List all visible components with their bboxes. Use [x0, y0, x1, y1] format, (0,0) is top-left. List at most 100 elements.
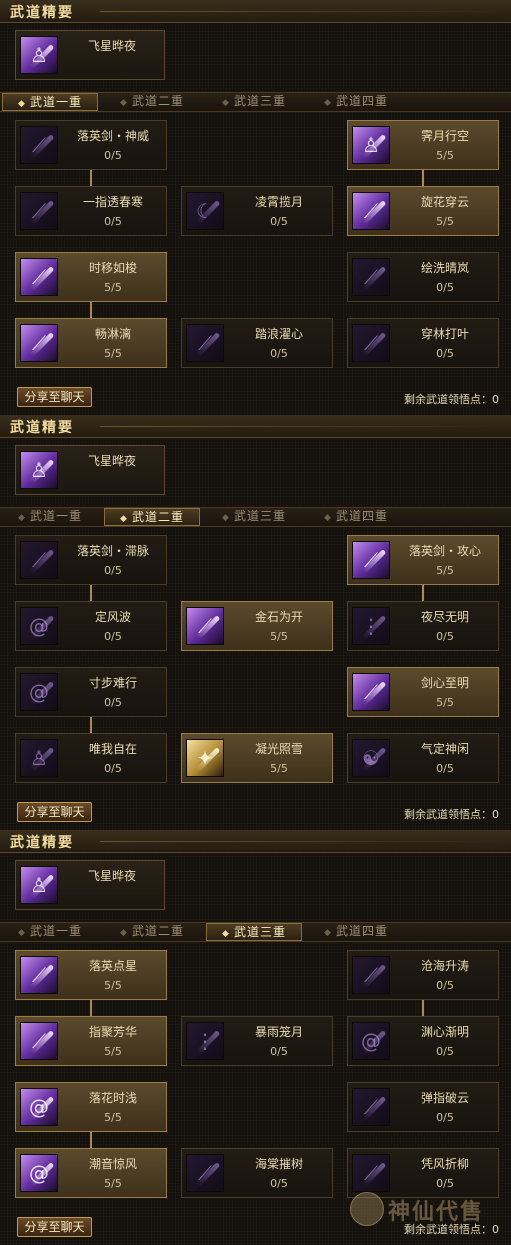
skill-node[interactable]: @ 定风波 0/5: [15, 601, 167, 651]
skill-node[interactable]: ⟋ 落英剑・攻心 5/5: [347, 535, 499, 585]
icon-glyph: ⟋: [32, 133, 46, 157]
skill-node[interactable]: ⟋ 落英剑・神威 0/5: [15, 120, 167, 170]
tab-label: 武道二重: [131, 510, 184, 524]
share-to-chat-button[interactable]: 分享至聊天: [17, 387, 92, 407]
skill-level: 0/5: [436, 281, 454, 294]
sword-slash-icon: ⟋: [352, 258, 390, 296]
icon-glyph: ♙: [30, 873, 48, 897]
figure-icon: ♙: [20, 36, 58, 74]
skill-node[interactable]: ⋮ 暴雨笼月 0/5: [181, 1016, 333, 1066]
share-to-chat-button[interactable]: 分享至聊天: [17, 802, 92, 822]
tab-label: 武道四重: [335, 924, 388, 938]
skill-node[interactable]: ⟋ 一指透春寒 0/5: [15, 186, 167, 236]
skill-connector: [90, 1000, 92, 1016]
skill-level: 5/5: [436, 564, 454, 577]
skill-name: 一指透春寒: [82, 195, 143, 209]
skill-node[interactable]: ⟋ 落英点星 5/5: [15, 950, 167, 1000]
skill-node[interactable]: ☾ 凌霄揽月 0/5: [181, 186, 333, 236]
skill-level: 0/5: [104, 762, 122, 775]
icon-glyph: @: [361, 1029, 381, 1053]
moon-icon: ☾: [186, 192, 224, 230]
skill-node[interactable]: ⟋ 凭风折柳 0/5: [347, 1148, 499, 1198]
skill-node[interactable]: ⟋ 海棠摧树 0/5: [181, 1148, 333, 1198]
tab-label: 武道一重: [29, 509, 82, 523]
skill-name: 落英剑・滞脉: [76, 544, 149, 558]
tab-tier-2[interactable]: ◆ 武道二重: [104, 93, 200, 111]
skill-node[interactable]: ⟋ 指聚芳华 5/5: [15, 1016, 167, 1066]
tab-tier-3[interactable]: ◆ 武道三重: [206, 93, 302, 111]
skill-node[interactable]: @ 潮音惊风 5/5: [15, 1148, 167, 1198]
skill-node[interactable]: ⟋ 时移如梭 5/5: [15, 252, 167, 302]
icon-glyph: ⟋: [364, 199, 378, 223]
skill-node[interactable]: @ 落花时浅 5/5: [15, 1082, 167, 1132]
skill-node[interactable]: ⟋ 踏浪濯心 0/5: [181, 318, 333, 368]
tier-tabs: ◆ 武道一重 ◆ 武道二重 ◆ 武道三重 ◆ 武道四重: [0, 507, 511, 527]
tab-tier-4[interactable]: ◆ 武道四重: [308, 923, 404, 941]
tab-tier-1[interactable]: ◆ 武道一重: [2, 923, 98, 941]
skill-node[interactable]: ♙ 霁月行空 5/5: [347, 120, 499, 170]
share-to-chat-button[interactable]: 分享至聊天: [17, 1217, 92, 1237]
skill-level: 0/5: [270, 1045, 288, 1058]
skill-level: 5/5: [436, 215, 454, 228]
icon-glyph: ⟋: [364, 963, 378, 987]
essence-title: 武道精要: [10, 5, 74, 21]
tab-tier-2[interactable]: ◆ 武道二重: [104, 923, 200, 941]
skill-node[interactable]: ⟋ 弹指破云 0/5: [347, 1082, 499, 1132]
icon-glyph: ♙: [30, 746, 48, 770]
skill-node[interactable]: ⟋ 畅淋漓 5/5: [15, 318, 167, 368]
essence-skill-card[interactable]: ♙ 飞星晔夜: [15, 30, 165, 80]
tab-tier-4[interactable]: ◆ 武道四重: [308, 93, 404, 111]
skill-node[interactable]: ⟋ 沧海升涛 0/5: [347, 950, 499, 1000]
tab-tier-3[interactable]: ◆ 武道三重: [206, 508, 302, 526]
skill-node[interactable]: ⟋ 剑心至明 5/5: [347, 667, 499, 717]
icon-glyph: ⟋: [198, 614, 212, 638]
tab-label: 武道一重: [29, 924, 82, 938]
skill-node[interactable]: ♙ 唯我自在 0/5: [15, 733, 167, 783]
skill-node[interactable]: @ 寸步难行 0/5: [15, 667, 167, 717]
light-burst-icon: ✦: [186, 739, 224, 777]
swirl-icon: @: [20, 1088, 58, 1126]
icon-glyph: @: [29, 614, 49, 638]
icon-glyph: ⟋: [198, 331, 212, 355]
skill-level: 5/5: [436, 149, 454, 162]
diamond-icon: ◆: [324, 928, 332, 938]
sword-slash-icon: ⟋: [352, 541, 390, 579]
skill-node[interactable]: ☯ 气定神闲 0/5: [347, 733, 499, 783]
skill-node[interactable]: @ 渊心渐明 0/5: [347, 1016, 499, 1066]
skill-level: 0/5: [436, 630, 454, 643]
essence-title: 武道精要: [10, 835, 74, 851]
skill-node[interactable]: ⟋ 旋花穿云 5/5: [347, 186, 499, 236]
skill-level: 0/5: [270, 347, 288, 360]
skill-connector: [90, 1132, 92, 1148]
skill-level: 0/5: [104, 564, 122, 577]
sword-slash-icon: ⟋: [20, 1022, 58, 1060]
tab-tier-1[interactable]: ◆ 武道一重: [2, 93, 98, 111]
header-divider: [100, 841, 503, 842]
skill-node[interactable]: ⟋ 绘洗晴岚 0/5: [347, 252, 499, 302]
sword-slash-icon: ⟋: [20, 324, 58, 362]
essence-skill-card[interactable]: ♙ 飞星晔夜: [15, 860, 165, 910]
tab-tier-1[interactable]: ◆ 武道一重: [2, 508, 98, 526]
icon-glyph: ♙: [30, 43, 48, 67]
diamond-icon: ◆: [18, 513, 26, 523]
skill-node[interactable]: ⟋ 金石为开 5/5: [181, 601, 333, 651]
essence-skill-card[interactable]: ♙ 飞星晔夜: [15, 445, 165, 495]
swirl-icon: @: [352, 1022, 390, 1060]
tier-tabs: ◆ 武道一重 ◆ 武道二重 ◆ 武道三重 ◆ 武道四重: [0, 922, 511, 942]
icon-glyph: @: [29, 1161, 49, 1185]
skill-node[interactable]: ⋮ 夜尽无明 0/5: [347, 601, 499, 651]
skill-node[interactable]: ✦ 凝光照雪 5/5: [181, 733, 333, 783]
tab-label: 武道二重: [131, 94, 184, 108]
skill-node[interactable]: ⟋ 落英剑・滞脉 0/5: [15, 535, 167, 585]
skill-level: 0/5: [436, 1177, 454, 1190]
icon-glyph: ⟋: [32, 963, 46, 987]
skill-connector: [90, 585, 92, 601]
tab-tier-2[interactable]: ◆ 武道二重: [104, 508, 200, 526]
sword-slash-icon: ⟋: [352, 956, 390, 994]
skill-node[interactable]: ⟋ 穿林打叶 0/5: [347, 318, 499, 368]
tab-tier-3[interactable]: ◆ 武道三重: [206, 923, 302, 941]
icon-glyph: ⋮: [361, 614, 381, 638]
skill-name: 寸步难行: [88, 676, 137, 690]
skill-level: 0/5: [436, 1111, 454, 1124]
tab-tier-4[interactable]: ◆ 武道四重: [308, 508, 404, 526]
